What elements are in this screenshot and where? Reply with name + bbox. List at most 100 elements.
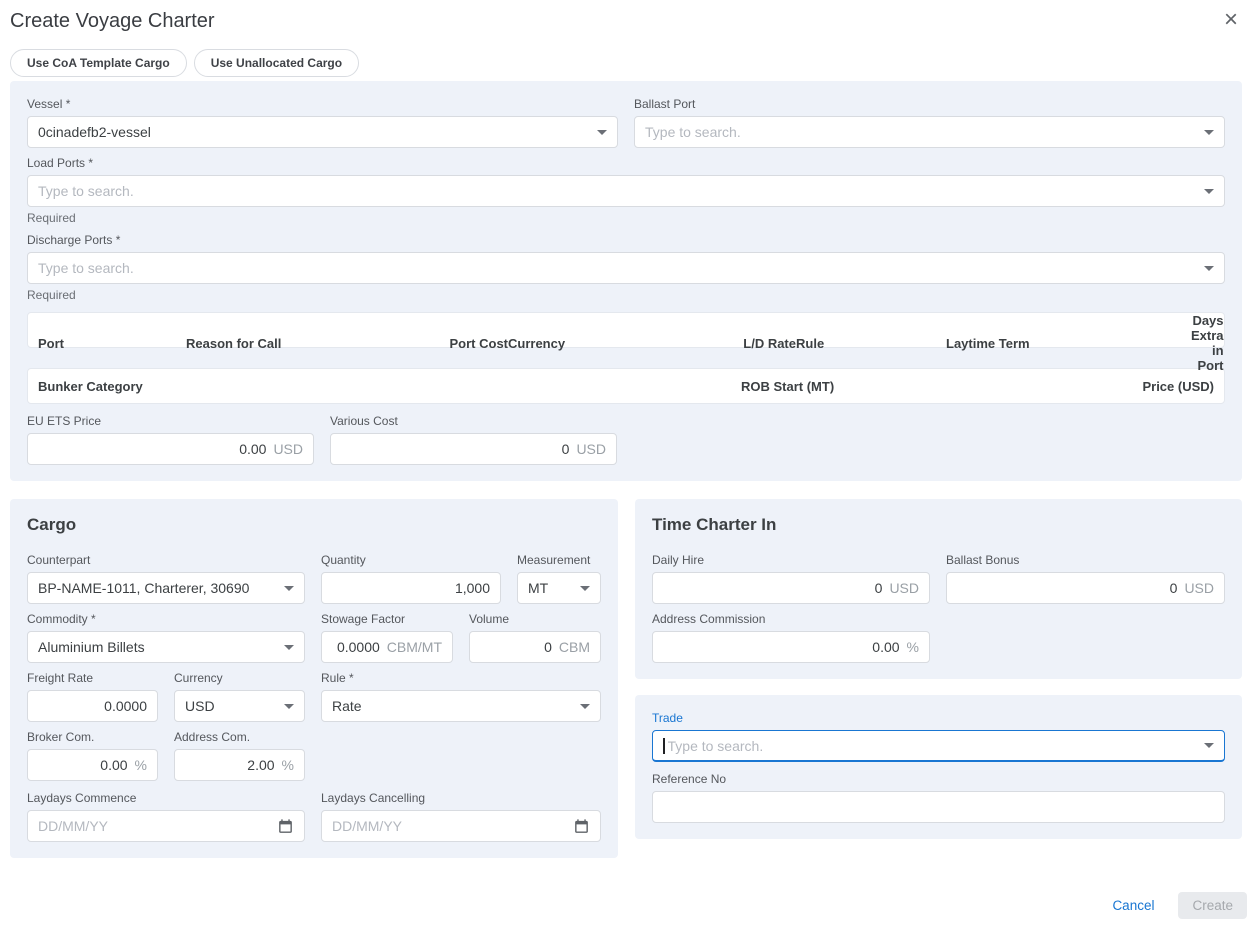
various-cost-unit: USD	[576, 441, 606, 457]
volume-box: CBM	[469, 631, 601, 663]
ballast-port-label: Ballast Port	[634, 97, 1225, 111]
measurement-value: MT	[528, 580, 573, 596]
freight-rate-box	[27, 690, 158, 722]
col-header-reason-for-call: Reason for Call	[186, 336, 446, 351]
load-ports-required-helper: Required	[27, 211, 1225, 225]
laydays-commence-label: Laydays Commence	[27, 791, 305, 805]
chevron-down-icon[interactable]	[1204, 266, 1214, 271]
stowage-factor-input[interactable]	[332, 632, 380, 662]
commodity-label: Commodity *	[27, 612, 305, 626]
chevron-down-icon[interactable]	[1204, 743, 1214, 748]
col-header-port-cost: Port Cost	[446, 336, 508, 351]
vessel-row: Vessel * 0cinadefb2-vessel Ballast Port	[27, 97, 1225, 148]
discharge-ports-input[interactable]	[38, 253, 1197, 283]
load-ports-label: Load Ports *	[27, 156, 1225, 170]
rule-label: Rule *	[321, 671, 601, 685]
create-button[interactable]: Create	[1178, 892, 1247, 919]
cargo-row-1: Counterpart BP-NAME-1011, Charterer, 306…	[27, 553, 601, 604]
chevron-down-icon[interactable]	[1204, 189, 1214, 194]
laydays-row: Laydays Commence Laydays Cancelling	[27, 791, 601, 842]
cargo-row-3: Freight Rate Currency USD Rule * Rate	[27, 671, 601, 722]
close-icon[interactable]: ×	[1220, 8, 1242, 32]
use-unallocated-cargo-button[interactable]: Use Unallocated Cargo	[194, 49, 359, 77]
various-cost-field: Various Cost USD	[330, 414, 617, 465]
reference-no-label: Reference No	[652, 772, 1225, 786]
freight-rate-label: Freight Rate	[27, 671, 158, 685]
currency-field: Currency USD	[174, 671, 305, 722]
col-header-currency: Currency	[508, 336, 678, 351]
broker-com-input[interactable]	[38, 750, 128, 780]
vessel-select[interactable]: 0cinadefb2-vessel	[27, 116, 618, 148]
cancel-button[interactable]: Cancel	[1102, 892, 1164, 919]
ballast-port-input[interactable]	[645, 117, 1197, 147]
broker-com-box: %	[27, 749, 158, 781]
vessel-field: Vessel * 0cinadefb2-vessel	[27, 97, 618, 148]
laydays-cancelling-input[interactable]	[332, 811, 566, 841]
freight-rate-input[interactable]	[38, 691, 147, 721]
currency-select[interactable]: USD	[174, 690, 305, 722]
broker-com-field: Broker Com. %	[27, 730, 158, 781]
various-cost-input[interactable]	[341, 434, 569, 464]
commodity-value: Aluminium Billets	[38, 639, 277, 655]
rule-value: Rate	[332, 698, 573, 714]
measurement-field: Measurement MT	[517, 553, 601, 604]
calendar-icon[interactable]	[277, 818, 294, 835]
laydays-cancelling-box	[321, 810, 601, 842]
trade-field: Trade	[652, 711, 1225, 762]
measurement-select[interactable]: MT	[517, 572, 601, 604]
commodity-select[interactable]: Aluminium Billets	[27, 631, 305, 663]
daily-hire-label: Daily Hire	[652, 553, 930, 567]
chevron-down-icon	[580, 704, 590, 709]
calendar-icon[interactable]	[573, 818, 590, 835]
discharge-ports-combobox	[27, 252, 1225, 284]
dialog-title: Create Voyage Charter	[10, 8, 215, 34]
eu-ets-price-unit: USD	[273, 441, 303, 457]
use-coa-template-cargo-button[interactable]: Use CoA Template Cargo	[10, 49, 187, 77]
load-ports-input[interactable]	[38, 176, 1197, 206]
daily-hire-input[interactable]	[663, 573, 882, 603]
daily-hire-unit: USD	[889, 580, 919, 596]
counterpart-select[interactable]: BP-NAME-1011, Charterer, 30690	[27, 572, 305, 604]
address-com-input[interactable]	[185, 750, 275, 780]
chevron-down-icon[interactable]	[1204, 130, 1214, 135]
address-commission-unit: %	[907, 639, 919, 655]
eu-ets-price-input[interactable]	[38, 434, 266, 464]
daily-hire-box: USD	[652, 572, 930, 604]
laydays-commence-input[interactable]	[38, 811, 270, 841]
right-column: Time Charter In Daily Hire USD Ballast B…	[635, 499, 1242, 858]
vessel-label: Vessel *	[27, 97, 618, 111]
dialog-header: Create Voyage Charter ×	[10, 8, 1242, 34]
stowage-factor-unit: CBM/MT	[387, 639, 442, 655]
col-header-bunker-category: Bunker Category	[38, 379, 741, 394]
col-header-port: Port	[38, 336, 186, 351]
text-caret	[663, 738, 665, 754]
volume-label: Volume	[469, 612, 601, 626]
commodity-field: Commodity * Aluminium Billets	[27, 612, 305, 663]
col-header-rule: Rule	[796, 336, 946, 351]
col-header-laytime-term: Laytime Term	[946, 336, 1191, 351]
ballast-bonus-input[interactable]	[957, 573, 1177, 603]
laydays-commence-field: Laydays Commence	[27, 791, 305, 842]
volume-unit: CBM	[559, 639, 590, 655]
col-header-days-extra-in-port: Days Extra in Port	[1191, 313, 1224, 373]
trade-input[interactable]	[668, 731, 1198, 760]
laydays-commence-box	[27, 810, 305, 842]
counterpart-field: Counterpart BP-NAME-1011, Charterer, 306…	[27, 553, 305, 604]
ballast-bonus-unit: USD	[1184, 580, 1214, 596]
address-commission-input[interactable]	[663, 632, 900, 662]
counterpart-label: Counterpart	[27, 553, 305, 567]
stowage-factor-box: CBM/MT	[321, 631, 453, 663]
volume-input[interactable]	[480, 632, 552, 662]
eu-ets-price-box: USD	[27, 433, 314, 465]
ports-table-header: Port Reason for Call Port Cost Currency …	[27, 312, 1225, 348]
rule-select[interactable]: Rate	[321, 690, 601, 722]
daily-hire-field: Daily Hire USD	[652, 553, 930, 604]
reference-no-box	[652, 791, 1225, 823]
volume-field: Volume CBM	[469, 612, 601, 663]
address-com-unit: %	[282, 757, 294, 773]
reference-no-input[interactable]	[663, 792, 1214, 822]
quantity-input[interactable]	[332, 573, 490, 603]
laydays-cancelling-label: Laydays Cancelling	[321, 791, 601, 805]
vessel-value: 0cinadefb2-vessel	[38, 124, 590, 140]
eu-ets-price-label: EU ETS Price	[27, 414, 314, 428]
